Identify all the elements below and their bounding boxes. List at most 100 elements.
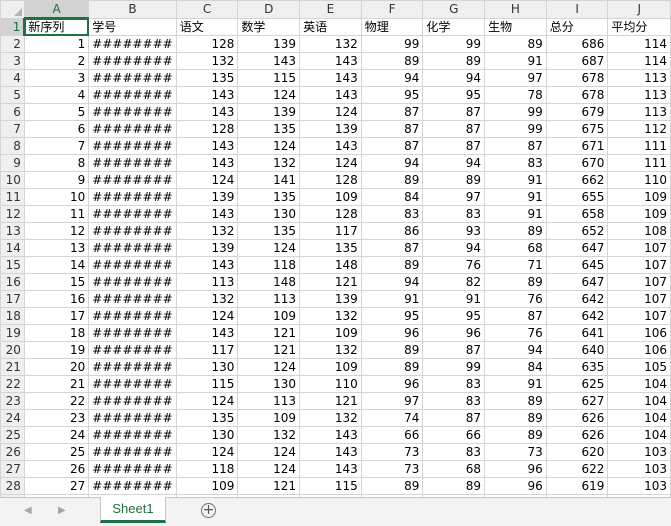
cell[interactable]: 76 bbox=[484, 290, 547, 308]
cell[interactable]: 73 bbox=[360, 443, 424, 461]
cell[interactable]: 103 bbox=[607, 443, 671, 461]
cell[interactable]: 83 bbox=[360, 205, 424, 223]
cell[interactable]: 89 bbox=[484, 35, 547, 53]
cell[interactable]: ######## bbox=[88, 392, 177, 410]
row-header[interactable]: 15 bbox=[0, 256, 25, 274]
row-header[interactable]: 13 bbox=[0, 222, 25, 240]
cell[interactable]: 74 bbox=[360, 409, 424, 427]
row-header[interactable]: 20 bbox=[0, 341, 25, 359]
cell[interactable]: 95 bbox=[422, 307, 486, 325]
cell[interactable]: 115 bbox=[237, 69, 301, 87]
cell[interactable]: 143 bbox=[237, 52, 301, 70]
cell[interactable]: 115 bbox=[299, 477, 362, 495]
cell[interactable]: 124 bbox=[175, 307, 239, 325]
cell[interactable]: 143 bbox=[299, 69, 362, 87]
cell[interactable]: ######## bbox=[88, 273, 177, 291]
cell[interactable]: 130 bbox=[175, 358, 239, 376]
cell[interactable]: ######## bbox=[88, 443, 177, 461]
cell[interactable]: 132 bbox=[237, 426, 301, 444]
cell[interactable]: 19 bbox=[23, 341, 90, 359]
cell[interactable]: 658 bbox=[545, 205, 609, 223]
cell[interactable]: 26 bbox=[23, 460, 90, 478]
row-header[interactable]: 28 bbox=[0, 477, 25, 495]
cell[interactable]: 135 bbox=[175, 409, 239, 427]
cell[interactable]: 124 bbox=[237, 86, 301, 104]
cell[interactable]: 124 bbox=[237, 137, 301, 155]
row-header[interactable]: 19 bbox=[0, 324, 25, 342]
cell[interactable]: 96 bbox=[360, 324, 424, 342]
cell[interactable]: 103 bbox=[607, 460, 671, 478]
cell[interactable]: 97 bbox=[484, 69, 547, 87]
row-header[interactable]: 3 bbox=[0, 52, 25, 70]
cell[interactable]: 94 bbox=[422, 239, 486, 257]
row-header[interactable]: 10 bbox=[0, 171, 25, 189]
column-title-cell[interactable]: 生物 bbox=[484, 17, 547, 36]
cell[interactable]: 104 bbox=[607, 392, 671, 410]
cell[interactable]: 7 bbox=[23, 137, 90, 155]
cell[interactable]: 87 bbox=[422, 137, 486, 155]
cell[interactable]: 148 bbox=[299, 256, 362, 274]
cell[interactable]: 105 bbox=[607, 358, 671, 376]
cell[interactable]: 12 bbox=[23, 222, 90, 240]
cell[interactable]: 94 bbox=[360, 69, 424, 87]
cell[interactable]: 143 bbox=[299, 137, 362, 155]
cell[interactable]: ######## bbox=[88, 375, 177, 393]
cell[interactable]: 89 bbox=[484, 273, 547, 291]
cell[interactable]: 112 bbox=[607, 120, 671, 138]
cell[interactable]: 76 bbox=[422, 256, 486, 274]
column-header-b[interactable]: B bbox=[88, 0, 177, 19]
add-sheet-icon[interactable]: + bbox=[201, 503, 216, 518]
cell[interactable]: 96 bbox=[422, 324, 486, 342]
cell[interactable]: 87 bbox=[360, 120, 424, 138]
cell[interactable]: 124 bbox=[299, 103, 362, 121]
row-header[interactable]: 16 bbox=[0, 273, 25, 291]
cell[interactable]: 671 bbox=[545, 137, 609, 155]
cell[interactable]: 110 bbox=[299, 375, 362, 393]
row-header[interactable]: 11 bbox=[0, 188, 25, 206]
cell[interactable]: 679 bbox=[545, 103, 609, 121]
cell[interactable]: 675 bbox=[545, 120, 609, 138]
cell[interactable]: 66 bbox=[360, 426, 424, 444]
cell[interactable]: 113 bbox=[237, 392, 301, 410]
cell[interactable]: 128 bbox=[299, 171, 362, 189]
cell[interactable]: 3 bbox=[23, 69, 90, 87]
cell[interactable]: 132 bbox=[237, 154, 301, 172]
cell[interactable]: 10 bbox=[23, 188, 90, 206]
cell[interactable]: 124 bbox=[237, 358, 301, 376]
cell[interactable]: 124 bbox=[175, 171, 239, 189]
cell[interactable]: 113 bbox=[237, 290, 301, 308]
cell[interactable]: 95 bbox=[360, 86, 424, 104]
cell[interactable]: 687 bbox=[545, 52, 609, 70]
cell[interactable]: 89 bbox=[422, 171, 486, 189]
cell[interactable]: 104 bbox=[607, 409, 671, 427]
cell[interactable]: 68 bbox=[484, 239, 547, 257]
cell[interactable]: 14 bbox=[23, 256, 90, 274]
column-header-d[interactable]: D bbox=[237, 0, 301, 19]
cell[interactable]: 143 bbox=[175, 324, 239, 342]
cell[interactable]: 89 bbox=[484, 392, 547, 410]
cell[interactable]: 83 bbox=[484, 154, 547, 172]
cell[interactable]: 114 bbox=[607, 52, 671, 70]
cell[interactable]: 139 bbox=[175, 188, 239, 206]
cell[interactable]: 143 bbox=[299, 86, 362, 104]
column-title-cell[interactable]: 语文 bbox=[175, 17, 239, 36]
cell[interactable]: 107 bbox=[607, 307, 671, 325]
row-header[interactable]: 17 bbox=[0, 290, 25, 308]
cell[interactable]: 99 bbox=[484, 120, 547, 138]
cell[interactable]: 94 bbox=[360, 154, 424, 172]
cell[interactable]: 83 bbox=[422, 375, 486, 393]
cell[interactable]: 87 bbox=[360, 137, 424, 155]
cell[interactable]: 670 bbox=[545, 154, 609, 172]
row-header[interactable]: 24 bbox=[0, 409, 25, 427]
row-header[interactable]: 18 bbox=[0, 307, 25, 325]
cell[interactable]: 87 bbox=[484, 137, 547, 155]
cell[interactable]: 627 bbox=[545, 392, 609, 410]
row-header[interactable]: 22 bbox=[0, 375, 25, 393]
cell[interactable]: 115 bbox=[175, 375, 239, 393]
cell[interactable]: 87 bbox=[484, 307, 547, 325]
cell[interactable]: 109 bbox=[299, 324, 362, 342]
cell[interactable]: 91 bbox=[484, 171, 547, 189]
cell[interactable]: ######## bbox=[88, 290, 177, 308]
column-header-a[interactable]: A bbox=[23, 0, 90, 19]
column-header-h[interactable]: H bbox=[484, 0, 547, 19]
